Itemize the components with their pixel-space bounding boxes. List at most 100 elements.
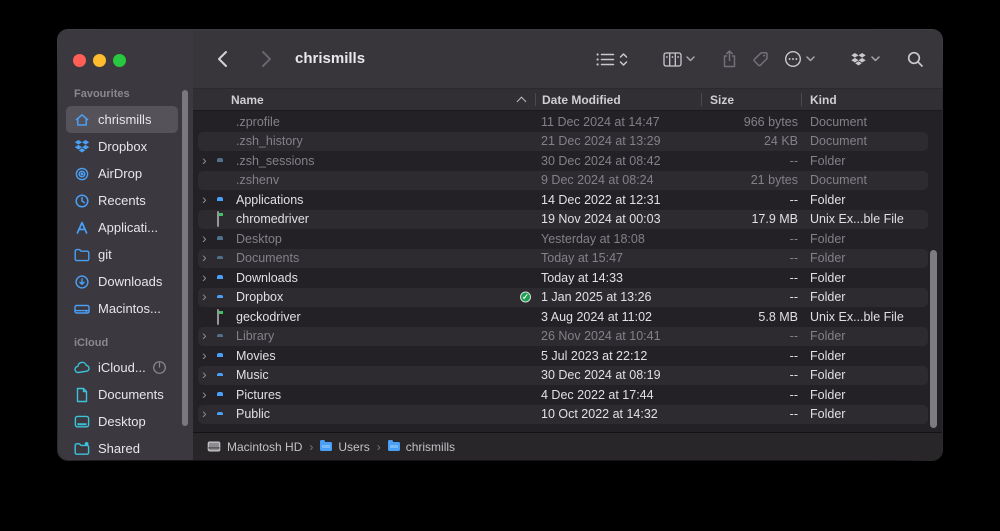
view-switcher-chevrons-icon (619, 52, 628, 67)
sidebar-item-label: git (98, 247, 112, 262)
sidebar-item-label: chrismills (98, 112, 151, 127)
breadcrumb-label: Users (338, 440, 369, 454)
breadcrumb-chrismills[interactable]: chrismills (388, 440, 455, 454)
table-row[interactable]: › Movies 5 Jul 2023 at 22:12 -- Folder (198, 346, 928, 366)
sidebar-item-recents[interactable]: Recents (66, 187, 178, 214)
sidebar-item-shared[interactable]: Shared (66, 435, 178, 460)
column-header-size[interactable]: Size (710, 93, 734, 107)
disclosure-chevron-icon[interactable]: › (202, 270, 207, 284)
disclosure-chevron-icon[interactable]: › (202, 250, 207, 264)
table-row[interactable]: › .zsh_sessions 30 Dec 2024 at 08:42 -- … (198, 151, 928, 171)
folder-icon (320, 442, 332, 451)
forward-icon[interactable] (255, 46, 277, 72)
disclosure-chevron-icon[interactable]: › (202, 387, 207, 401)
sidebar-item-label: Desktop (98, 414, 146, 429)
sidebar-item-label: AirDrop (98, 166, 142, 181)
column-header-name[interactable]: Name (231, 93, 264, 107)
search-icon[interactable] (905, 47, 926, 72)
content-scrollbar[interactable] (930, 250, 937, 428)
desktop-icon (72, 413, 92, 431)
disclosure-chevron-icon[interactable]: › (202, 348, 207, 362)
table-row[interactable]: .zshenv 9 Dec 2024 at 08:24 21 bytes Doc… (198, 171, 928, 191)
traffic-lights (73, 54, 126, 67)
close-button[interactable] (73, 54, 86, 67)
breadcrumb-users[interactable]: Users (320, 440, 369, 454)
toolbar: chrismills (193, 30, 942, 88)
sidebar: Favourites chrismills Dropbox AirDrop (58, 30, 193, 460)
disclosure-chevron-icon[interactable]: › (202, 367, 207, 381)
more-options-icon[interactable] (782, 46, 817, 72)
sidebar-item-chrismills[interactable]: chrismills (66, 106, 178, 133)
sidebar-item-label: Documents (98, 387, 164, 402)
back-icon[interactable] (211, 46, 233, 72)
sidebar-item-label: Downloads (98, 274, 162, 289)
disclosure-chevron-icon[interactable]: › (202, 231, 207, 245)
sidebar-scrollbar[interactable] (182, 90, 188, 426)
sort-ascending-icon (517, 97, 527, 107)
table-row[interactable]: › Pictures 4 Dec 2022 at 17:44 -- Folder (198, 385, 928, 405)
sidebar-item-label: Applicati... (98, 220, 158, 235)
table-row[interactable]: › Public 10 Oct 2022 at 14:32 -- Folder (198, 405, 928, 425)
list-view-icon[interactable] (594, 48, 630, 71)
table-row[interactable]: geckodriver 3 Aug 2024 at 11:02 5.8 MB U… (198, 307, 928, 327)
table-row[interactable]: .zsh_history 21 Dec 2024 at 13:29 24 KB … (198, 132, 928, 152)
applications-icon (72, 219, 92, 237)
table-row[interactable]: chromedriver 19 Nov 2024 at 00:03 17.9 M… (198, 210, 928, 230)
sidebar-item-label: Shared (98, 441, 140, 456)
disclosure-chevron-icon[interactable]: › (202, 328, 207, 342)
table-row[interactable]: › Dropbox 1 Jan 2025 at 13:26 -- Folder (198, 288, 928, 308)
finder-window: Favourites chrismills Dropbox AirDrop (58, 30, 942, 460)
file-list: .zprofile 11 Dec 2024 at 14:47 966 bytes… (193, 112, 942, 424)
breadcrumb-macintosh-hd[interactable]: Macintosh HD (207, 440, 302, 454)
group-view-icon[interactable] (661, 48, 697, 71)
sidebar-item-applications[interactable]: Applicati... (66, 214, 178, 241)
sidebar-item-label: Recents (98, 193, 146, 208)
table-row[interactable]: › Downloads Today at 14:33 -- Folder (198, 268, 928, 288)
executable-icon (217, 212, 219, 226)
airdrop-icon (72, 165, 92, 183)
sidebar-item-label: Dropbox (98, 139, 147, 154)
table-row[interactable]: › Library 26 Nov 2024 at 10:41 -- Folder (198, 327, 928, 347)
disclosure-chevron-icon[interactable]: › (202, 406, 207, 420)
tag-icon[interactable] (750, 47, 771, 72)
breadcrumb-separator-icon: › (309, 440, 313, 454)
hard-drive-icon (207, 440, 221, 453)
column-header-kind[interactable]: Kind (810, 93, 837, 107)
home-icon (72, 111, 92, 129)
executable-icon (217, 310, 219, 324)
minimize-button[interactable] (93, 54, 106, 67)
window-title: chrismills (295, 50, 365, 67)
dropbox-icon (72, 138, 92, 156)
sidebar-item-desktop[interactable]: Desktop (66, 408, 178, 435)
cloud-icon (72, 359, 92, 377)
table-row[interactable]: › Applications 14 Dec 2022 at 12:31 -- F… (198, 190, 928, 210)
table-row[interactable]: .zprofile 11 Dec 2024 at 14:47 966 bytes… (198, 112, 928, 132)
dropbox-toolbar-icon[interactable] (848, 48, 882, 71)
breadcrumb-label: chrismills (406, 440, 455, 454)
sidebar-item-icloud-drive[interactable]: iCloud... (66, 354, 178, 381)
column-headers: Name Date Modified Size Kind (193, 88, 942, 111)
path-bar: Macintosh HD › Users › chrismills (193, 432, 942, 460)
disclosure-chevron-icon[interactable]: › (202, 192, 207, 206)
disclosure-chevron-icon[interactable]: › (202, 153, 207, 167)
downloads-icon (72, 273, 92, 291)
sidebar-item-dropbox[interactable]: Dropbox (66, 133, 178, 160)
breadcrumb-label: Macintosh HD (227, 440, 302, 454)
table-row[interactable]: › Desktop Yesterday at 18:08 -- Folder (198, 229, 928, 249)
zoom-button[interactable] (113, 54, 126, 67)
sidebar-item-airdrop[interactable]: AirDrop (66, 160, 178, 187)
home-folder-icon (388, 442, 400, 451)
sidebar-item-macintosh-hd[interactable]: Macintos... (66, 295, 178, 322)
sync-complete-icon (520, 292, 531, 303)
sidebar-item-label: iCloud... (98, 360, 146, 375)
sidebar-item-git[interactable]: git (66, 241, 178, 268)
column-header-date[interactable]: Date Modified (542, 93, 621, 107)
share-icon[interactable] (720, 46, 739, 72)
disclosure-chevron-icon[interactable]: › (202, 289, 207, 303)
sidebar-item-downloads[interactable]: Downloads (66, 268, 178, 295)
table-row[interactable]: › Documents Today at 15:47 -- Folder (198, 249, 928, 269)
table-row[interactable]: › Music 30 Dec 2024 at 08:19 -- Folder (198, 366, 928, 386)
sidebar-item-documents[interactable]: Documents (66, 381, 178, 408)
main-pane: chrismills (193, 30, 942, 460)
folder-icon (72, 246, 92, 264)
